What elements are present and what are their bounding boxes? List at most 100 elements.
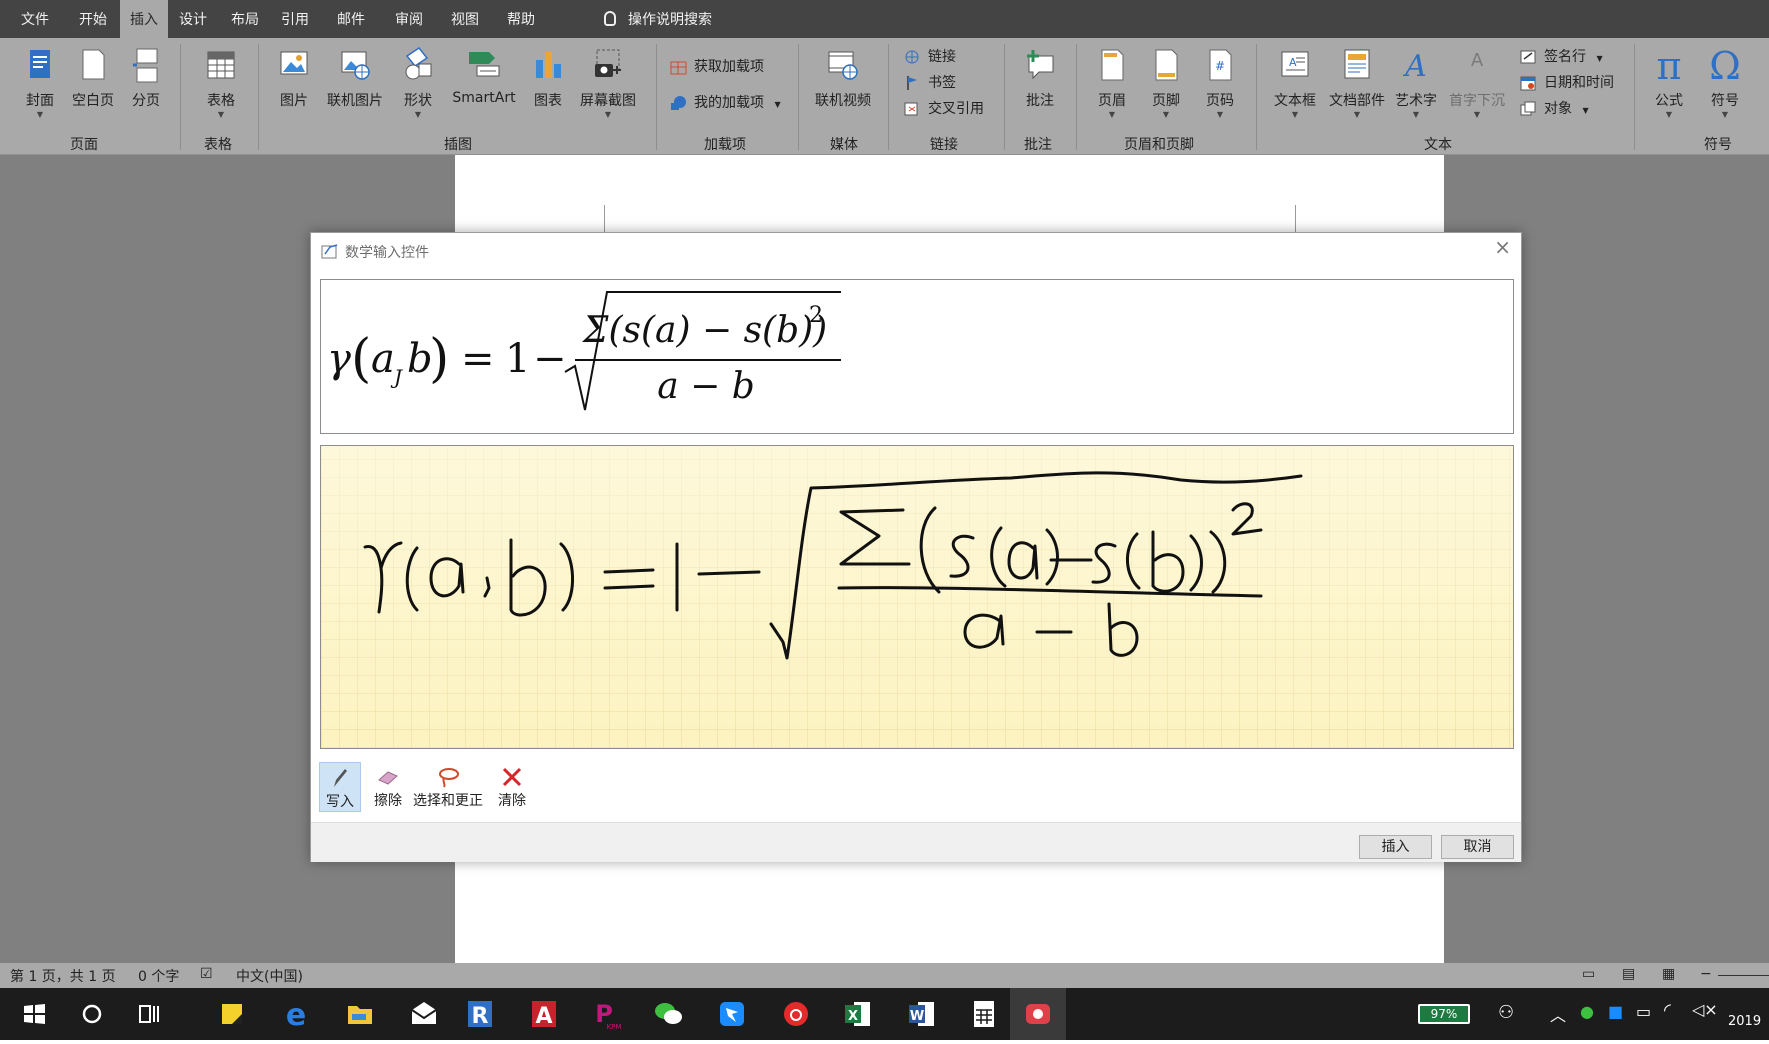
cover-page-icon (30, 50, 50, 78)
clock[interactable]: 2019 (1728, 1014, 1761, 1029)
tab-review[interactable]: 审阅 (384, 0, 434, 38)
status-bar: 第 1 页，共 1 页 0 个字 ☑ 中文(中国) ▭ ▤ ▦ − (0, 963, 1769, 988)
edge-browser-icon[interactable]: e (278, 996, 314, 1032)
get-addins-button[interactable]: 获取加载项 (670, 56, 764, 78)
header-button[interactable]: 页眉 ▼ (1090, 46, 1134, 120)
erase-tool-button[interactable]: 擦除 (367, 762, 409, 812)
keyboard-icon[interactable]: ▭ (1636, 1002, 1651, 1021)
page-number-button[interactable]: # 页码 ▼ (1198, 46, 1242, 120)
read-mode-icon[interactable]: ▭ (1582, 966, 1595, 982)
link-label: 链接 (928, 49, 956, 65)
battery-indicator[interactable]: 97% (1418, 1004, 1470, 1024)
tab-help[interactable]: 帮助 (496, 0, 546, 38)
comment-button[interactable]: 批注 (1018, 46, 1062, 110)
handwriting-ink (363, 471, 1303, 660)
cover-page-button[interactable]: 封面 ▼ (18, 46, 62, 120)
excel-icon[interactable]: X (840, 996, 876, 1032)
comment-icon (1027, 50, 1054, 80)
close-icon[interactable]: × (1494, 235, 1511, 259)
smartart-button[interactable]: SmartArt (448, 46, 520, 106)
calculator-icon[interactable] (966, 996, 1002, 1032)
signature-line-button[interactable]: 签名行 ▼ (1520, 46, 1603, 68)
equation-button[interactable]: π 公式 ▼ (1644, 46, 1694, 120)
quick-parts-button[interactable]: 文档部件 ▼ (1326, 46, 1388, 120)
tab-file[interactable]: 文件 (10, 0, 60, 38)
tab-view[interactable]: 视图 (440, 0, 490, 38)
web-layout-icon[interactable]: ▦ (1662, 966, 1675, 982)
chevron-down-icon: ▼ (1291, 110, 1299, 119)
tab-references[interactable]: 引用 (270, 0, 320, 38)
write-tool-button[interactable]: 写入 (319, 762, 361, 812)
wechat-icon[interactable] (650, 996, 686, 1032)
symbol-button[interactable]: Ω 符号 ▼ (1700, 46, 1750, 120)
page-count[interactable]: 第 1 页，共 1 页 (10, 966, 116, 986)
insert-button[interactable]: 插入 (1359, 835, 1432, 859)
wifi-icon[interactable]: ◜ (1664, 1000, 1671, 1021)
chevron-down-icon: ▼ (36, 110, 44, 119)
print-layout-icon[interactable]: ▤ (1622, 966, 1635, 982)
cover-label: 封面 (26, 93, 54, 109)
cancel-button[interactable]: 取消 (1441, 835, 1514, 859)
zoom-out-icon[interactable]: − (1700, 966, 1712, 982)
zoom-slider[interactable] (1718, 975, 1769, 976)
shapes-button[interactable]: 形状 ▼ (398, 46, 438, 120)
task-view-icon[interactable] (132, 996, 168, 1032)
people-icon[interactable]: ⚇ (1498, 1002, 1514, 1023)
screenshot-button[interactable]: 屏幕截图 ▼ (576, 46, 640, 120)
tab-design[interactable]: 设计 (168, 0, 218, 38)
revit-icon[interactable]: R (462, 996, 498, 1032)
dingtalk-tray-icon[interactable]: ■ (1608, 1002, 1623, 1021)
blank-page-button[interactable]: 空白页 (68, 46, 118, 110)
cross-reference-button[interactable]: 交叉引用 (904, 98, 984, 120)
bookmark-button[interactable]: 书签 (904, 72, 956, 94)
mail-icon[interactable] (406, 996, 442, 1032)
language-indicator[interactable]: 中文(中国) (236, 966, 303, 986)
link-button[interactable]: 链接 (904, 46, 956, 68)
signature-label: 签名行 (1544, 49, 1586, 65)
wordart-button[interactable]: A 艺术字 ▼ (1392, 46, 1440, 120)
sticky-notes-icon[interactable] (214, 996, 250, 1032)
handwriting-canvas[interactable] (320, 445, 1514, 749)
quick-parts-icon (1344, 49, 1370, 79)
file-explorer-icon[interactable] (342, 996, 378, 1032)
tell-me-search[interactable]: 操作说明搜索 (600, 0, 712, 38)
footer-button[interactable]: 页脚 ▼ (1144, 46, 1188, 120)
ribbon-separator (1634, 44, 1635, 150)
volume-muted-icon[interactable]: ◁× (1692, 1000, 1718, 1019)
date-time-button[interactable]: 日期和时间 (1520, 72, 1614, 94)
online-video-button[interactable]: 联机视频 (808, 46, 878, 110)
online-picture-button[interactable]: 联机图片 (322, 46, 388, 110)
text-box-button[interactable]: A 文本框 ▼ (1270, 46, 1320, 120)
tab-mailings[interactable]: 邮件 (326, 0, 376, 38)
chevron-up-icon[interactable]: ︿ (1550, 1002, 1566, 1026)
tab-home[interactable]: 开始 (68, 0, 118, 38)
tab-layout[interactable]: 布局 (220, 0, 270, 38)
my-addins-button[interactable]: 我的加载项 ▼ (670, 92, 781, 114)
svg-text:R: R (472, 1004, 489, 1029)
cortana-search-icon[interactable] (74, 996, 110, 1032)
word-count[interactable]: 0 个字 (138, 966, 179, 986)
addins-group-label: 加载项 (704, 137, 746, 153)
proofing-icon[interactable]: ☑ (200, 966, 213, 982)
object-button[interactable]: 对象 ▼ (1520, 98, 1589, 120)
picture-button[interactable]: 图片 (274, 46, 314, 110)
kpm-icon[interactable]: PKPM (590, 996, 626, 1032)
table-button[interactable]: 表格 ▼ (198, 46, 244, 120)
windows-start-icon[interactable] (16, 996, 52, 1032)
erase-tool-label: 擦除 (374, 793, 402, 809)
select-correct-tool-button[interactable]: 选择和更正 (413, 762, 483, 812)
clear-tool-button[interactable]: 清除 (493, 762, 531, 812)
page-break-button[interactable]: 分页 (126, 46, 166, 110)
chart-button[interactable]: 图表 (528, 46, 568, 110)
svg-text:X: X (848, 1009, 858, 1024)
svg-text:A: A (1402, 49, 1427, 84)
tab-insert[interactable]: 插入 (120, 0, 168, 38)
autocad-icon[interactable]: A (526, 996, 562, 1032)
taskbar: e R A P KPM X W 97% ⚇ ︿ ● ■ ▭ ◜ ◁× 2019 (0, 988, 1769, 1040)
drop-cap-button[interactable]: A 首字下沉 ▼ (1446, 46, 1508, 120)
word-icon[interactable]: W (904, 996, 940, 1032)
screen-recorder-icon[interactable] (1020, 996, 1056, 1032)
dingtalk-icon[interactable] (714, 996, 750, 1032)
wechat-tray-icon[interactable]: ● (1580, 1002, 1594, 1021)
netease-music-icon[interactable] (778, 996, 814, 1032)
